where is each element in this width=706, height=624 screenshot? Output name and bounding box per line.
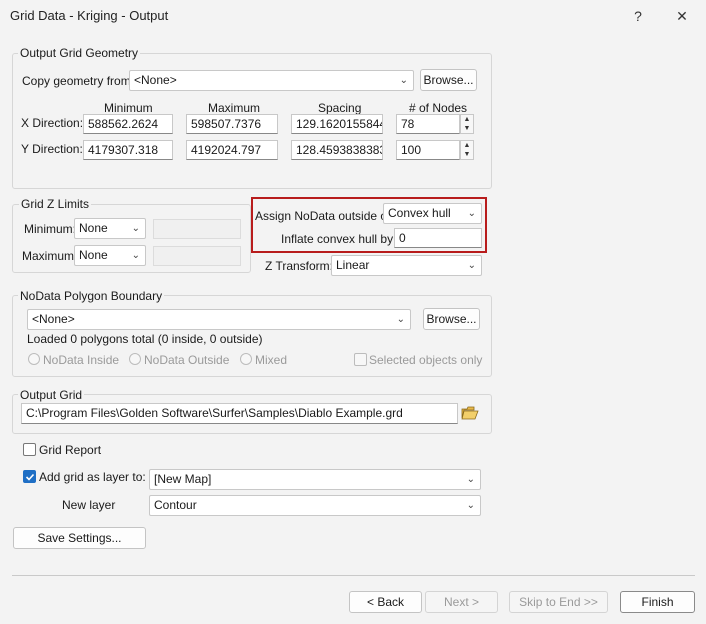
finish-button[interactable]: Finish	[620, 591, 695, 613]
z-transform-select[interactable]: Linear ⌄	[331, 255, 482, 276]
next-button[interactable]: Next >	[425, 591, 498, 613]
z-maximum-label: Maximum:	[22, 249, 78, 263]
chevron-down-icon: ⌄	[466, 474, 475, 485]
output-legend: Output Grid	[18, 388, 85, 402]
copy-geometry-label: Copy geometry from:	[22, 74, 135, 88]
up-arrow-icon[interactable]: ▲	[461, 115, 473, 124]
grid-report-label: Grid Report	[39, 443, 102, 457]
nodata-outside-radio[interactable]	[129, 353, 141, 365]
checkmark-icon	[25, 473, 35, 481]
close-icon: ✕	[676, 8, 688, 24]
assign-nodata-select[interactable]: Convex hull ⌄	[383, 203, 482, 224]
y-direction-label: Y Direction:	[21, 142, 83, 156]
polygon-browse-button[interactable]: Browse...	[423, 308, 480, 330]
up-arrow-icon[interactable]: ▲	[461, 141, 473, 150]
z-minimum-select[interactable]: None ⌄	[74, 218, 146, 239]
mixed-radio[interactable]	[240, 353, 252, 365]
save-settings-button[interactable]: Save Settings...	[13, 527, 146, 549]
nodata-outside-label: NoData Outside	[144, 353, 230, 367]
down-arrow-icon[interactable]: ▼	[461, 124, 473, 133]
footer-separator	[12, 575, 695, 576]
chevron-down-icon: ⌄	[396, 314, 405, 325]
selected-only-label: Selected objects only	[369, 353, 483, 367]
chevron-down-icon: ⌄	[467, 260, 476, 271]
y-minimum-input[interactable]: 4179307.318	[83, 140, 173, 160]
y-nodes-spinner[interactable]: ▲ ▼	[460, 140, 474, 160]
x-nodes-input[interactable]: 78	[396, 114, 460, 134]
nodata-inside-radio[interactable]	[28, 353, 40, 365]
z-minimum-label: Minimum:	[24, 222, 77, 236]
col-nodes-label: # of Nodes	[409, 101, 468, 115]
col-maximum-label: Maximum	[208, 101, 261, 115]
new-layer-select[interactable]: Contour ⌄	[149, 495, 481, 516]
x-nodes-spinner[interactable]: ▲ ▼	[460, 114, 474, 134]
geometry-legend: Output Grid Geometry	[18, 46, 141, 60]
add-layer-checkbox[interactable]	[23, 470, 36, 483]
polygon-select[interactable]: <None> ⌄	[27, 309, 411, 330]
geometry-browse-button[interactable]: Browse...	[420, 69, 477, 91]
polygon-legend: NoData Polygon Boundary	[18, 289, 165, 303]
y-nodes-input[interactable]: 100	[396, 140, 460, 160]
x-maximum-input[interactable]: 598507.7376	[186, 114, 278, 134]
y-spacing-input[interactable]: 128.45938383838	[291, 140, 383, 160]
title-bar: Grid Data - Kriging - Output ? ✕	[0, 0, 706, 32]
skip-to-end-button[interactable]: Skip to End >>	[509, 591, 608, 613]
add-layer-select[interactable]: [New Map] ⌄	[149, 469, 481, 490]
assign-nodata-label: Assign NoData outside of:	[255, 209, 394, 223]
grid-report-checkbox[interactable]	[23, 443, 36, 456]
window-title: Grid Data - Kriging - Output	[10, 8, 169, 23]
x-spacing-input[interactable]: 129.16201558441	[291, 114, 383, 134]
z-maximum-select[interactable]: None ⌄	[74, 245, 146, 266]
down-arrow-icon[interactable]: ▼	[461, 150, 473, 159]
inflate-hull-label: Inflate convex hull by:	[281, 232, 397, 246]
new-layer-label: New layer	[62, 498, 116, 512]
close-button[interactable]: ✕	[664, 4, 700, 28]
zlimits-legend: Grid Z Limits	[19, 197, 92, 211]
col-minimum-label: Minimum	[104, 101, 153, 115]
back-button[interactable]: < Back	[349, 591, 422, 613]
help-button[interactable]: ?	[620, 4, 656, 28]
mixed-label: Mixed	[255, 353, 288, 367]
chevron-down-icon: ⌄	[131, 223, 140, 234]
output-path-input[interactable]: C:\Program Files\Golden Software\Surfer\…	[21, 403, 458, 424]
y-maximum-input[interactable]: 4192024.797	[186, 140, 278, 160]
x-minimum-input[interactable]: 588562.2624	[83, 114, 173, 134]
chevron-down-icon: ⌄	[466, 500, 475, 511]
z-minimum-value-input	[153, 219, 241, 239]
copy-geometry-select[interactable]: <None> ⌄	[129, 70, 414, 91]
x-direction-label: X Direction:	[21, 116, 84, 130]
polygon-status: Loaded 0 polygons total (0 inside, 0 out…	[27, 332, 263, 346]
chevron-down-icon: ⌄	[467, 208, 476, 219]
z-transform-label: Z Transform:	[265, 259, 334, 273]
chevron-down-icon: ⌄	[399, 75, 408, 86]
col-spacing-label: Spacing	[318, 101, 362, 115]
chevron-down-icon: ⌄	[131, 250, 140, 261]
add-layer-label: Add grid as layer to:	[39, 470, 146, 484]
nodata-inside-label: NoData Inside	[43, 353, 120, 367]
selected-only-checkbox[interactable]	[354, 353, 367, 366]
inflate-hull-input[interactable]: 0	[394, 228, 482, 248]
open-folder-icon[interactable]	[461, 405, 479, 421]
z-maximum-value-input	[153, 246, 241, 266]
